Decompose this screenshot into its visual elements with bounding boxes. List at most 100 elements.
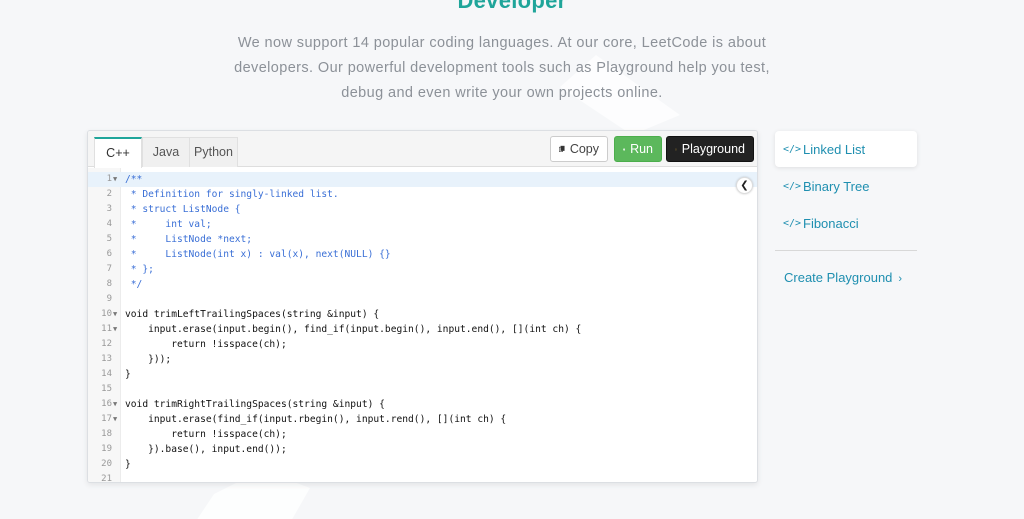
code-text: */	[125, 279, 143, 290]
side-item-label: Fibonacci	[803, 215, 859, 231]
editor-toolbar: C++ Java Python Copy Run Playground	[88, 131, 757, 168]
line-number: 11	[101, 324, 112, 334]
code-line: 6 * ListNode(int x) : val(x), next(NULL)…	[88, 247, 757, 262]
code-line: 20}	[88, 457, 757, 472]
code-line: 13 }));	[88, 352, 757, 367]
code-line: 10 ▼ void trimLeftTrailingSpaces(string &i…	[88, 307, 757, 322]
copy-button[interactable]: Copy	[550, 136, 608, 162]
code-line: 3 * struct ListNode {	[88, 202, 757, 217]
code-text: * ListNode(int x) : val(x), next(NULL) {…	[125, 249, 391, 260]
line-number: 5	[106, 234, 112, 244]
line-number: 20	[101, 459, 112, 469]
code-text: input.erase(input.begin(), find_if(input…	[125, 324, 582, 335]
tab-cpp[interactable]: C++	[94, 137, 142, 168]
code-line: 14}	[88, 367, 757, 382]
code-line: 17 ▼ input.erase(find_if(input.rbegin(), …	[88, 412, 757, 427]
code-line: 9	[88, 292, 757, 307]
code-text: void trimLeftTrailingSpaces(string &inpu…	[125, 309, 380, 320]
create-playground-link[interactable]: Create Playground ›	[784, 270, 902, 285]
line-number: 9	[106, 294, 112, 304]
code-icon: </>	[783, 217, 802, 229]
code-text: return !isspace(ch);	[125, 429, 287, 440]
playground-button[interactable]: Playground	[666, 136, 754, 162]
code-line: 19 }).base(), input.end());	[88, 442, 757, 457]
code-line: 2 * Definition for singly-linked list.	[88, 187, 757, 202]
code-text: }).base(), input.end());	[125, 444, 287, 455]
code-area[interactable]: 1 ▼/** 2 * Definition for singly-linked li…	[88, 168, 757, 482]
fold-arrow-icon[interactable]: ▼	[113, 412, 121, 427]
line-number: 21	[101, 474, 112, 482]
section-heading: Developer	[457, 0, 567, 13]
intro-line: We now support 14 popular coding languag…	[237, 35, 767, 51]
code-text: }));	[125, 354, 172, 365]
line-number: 16	[101, 399, 112, 409]
code-line: 8 */	[88, 277, 757, 292]
intro-text: We now support 14 popular coding languag…	[0, 31, 1004, 106]
side-item-linked-list[interactable]: </> Linked List	[775, 131, 917, 167]
code-text: * };	[125, 264, 154, 275]
chevron-right-icon: ›	[898, 273, 903, 285]
code-editor: C++ Java Python Copy Run Playground 1 ▼ …	[87, 130, 758, 483]
copy-icon	[559, 145, 565, 152]
side-item-label: Linked List	[803, 141, 866, 157]
line-number: 14	[101, 369, 112, 379]
line-number: 12	[101, 339, 112, 349]
code-text: }	[125, 459, 131, 470]
side-item-binary-tree[interactable]: </> Binary Tree	[775, 168, 917, 204]
run-label: Run	[630, 142, 653, 156]
fold-arrow-icon[interactable]: ▼	[113, 322, 121, 337]
line-number: 1	[106, 174, 112, 184]
code-text: void trimRightTrailingSpaces(string &inp…	[125, 399, 385, 410]
line-number: 15	[101, 384, 112, 394]
line-number: 17	[101, 414, 112, 424]
code-line: 5 * ListNode *next;	[88, 232, 757, 247]
code-text: return !isspace(ch);	[125, 339, 287, 350]
tab-python[interactable]: Python	[189, 137, 238, 167]
code-text: * ListNode *next;	[125, 234, 253, 245]
divider	[775, 250, 917, 251]
line-number: 13	[101, 354, 112, 364]
run-button[interactable]: Run	[614, 136, 662, 162]
code-line: 15	[88, 382, 757, 397]
terminal-icon	[675, 148, 677, 150]
line-number: 18	[101, 429, 112, 439]
line-number: 7	[106, 264, 112, 274]
code-text: * Definition for singly-linked list.	[125, 189, 339, 200]
code-line: 18 return !isspace(ch);	[88, 427, 757, 442]
play-icon	[623, 147, 626, 151]
code-icon: </>	[783, 143, 802, 155]
line-number: 3	[106, 204, 112, 214]
fold-arrow-icon[interactable]: ▼	[113, 307, 121, 322]
line-number: 2	[106, 189, 112, 199]
code-line: 1 ▼ /**	[88, 172, 757, 187]
line-number: 8	[106, 279, 112, 289]
code-text: input.erase(find_if(input.rbegin(), inpu…	[125, 414, 507, 425]
code-text: * struct ListNode {	[125, 204, 241, 215]
code-line: 11 ▼ input.erase(input.begin(), find_if(i…	[88, 322, 757, 337]
intro-line: developers. Our powerful development too…	[234, 60, 770, 76]
code-text: * int val;	[125, 219, 212, 230]
code-line: 4 * int val;	[88, 217, 757, 232]
line-number: 4	[106, 219, 112, 229]
tab-java[interactable]: Java	[142, 137, 190, 167]
line-number: 10	[101, 309, 112, 319]
line-number: 19	[101, 444, 112, 454]
collapse-icon[interactable]: ❮	[736, 177, 753, 194]
code-icon: </>	[783, 180, 802, 192]
code-lines: 1 ▼/** 2 * Definition for singly-linked li…	[88, 172, 757, 482]
code-line: 12 return !isspace(ch);	[88, 337, 757, 352]
fold-arrow-icon[interactable]: ▼	[113, 172, 121, 187]
code-text: }	[125, 369, 131, 380]
fold-arrow-icon[interactable]: ▼	[113, 397, 121, 412]
code-line: 21	[88, 472, 757, 482]
code-text: /**	[125, 174, 143, 185]
line-number: 6	[106, 249, 112, 259]
code-line: 16 ▼ void trimRightTrailingSpaces(string &…	[88, 397, 757, 412]
copy-label: Copy	[569, 142, 599, 156]
code-line: 7 * };	[88, 262, 757, 277]
playground-label: Playground	[681, 142, 745, 156]
create-playground-label: Create Playground	[784, 270, 893, 285]
side-item-label: Binary Tree	[803, 178, 870, 194]
side-item-fibonacci[interactable]: </> Fibonacci	[775, 205, 917, 241]
intro-line: debug and even write your own projects o…	[341, 85, 663, 101]
